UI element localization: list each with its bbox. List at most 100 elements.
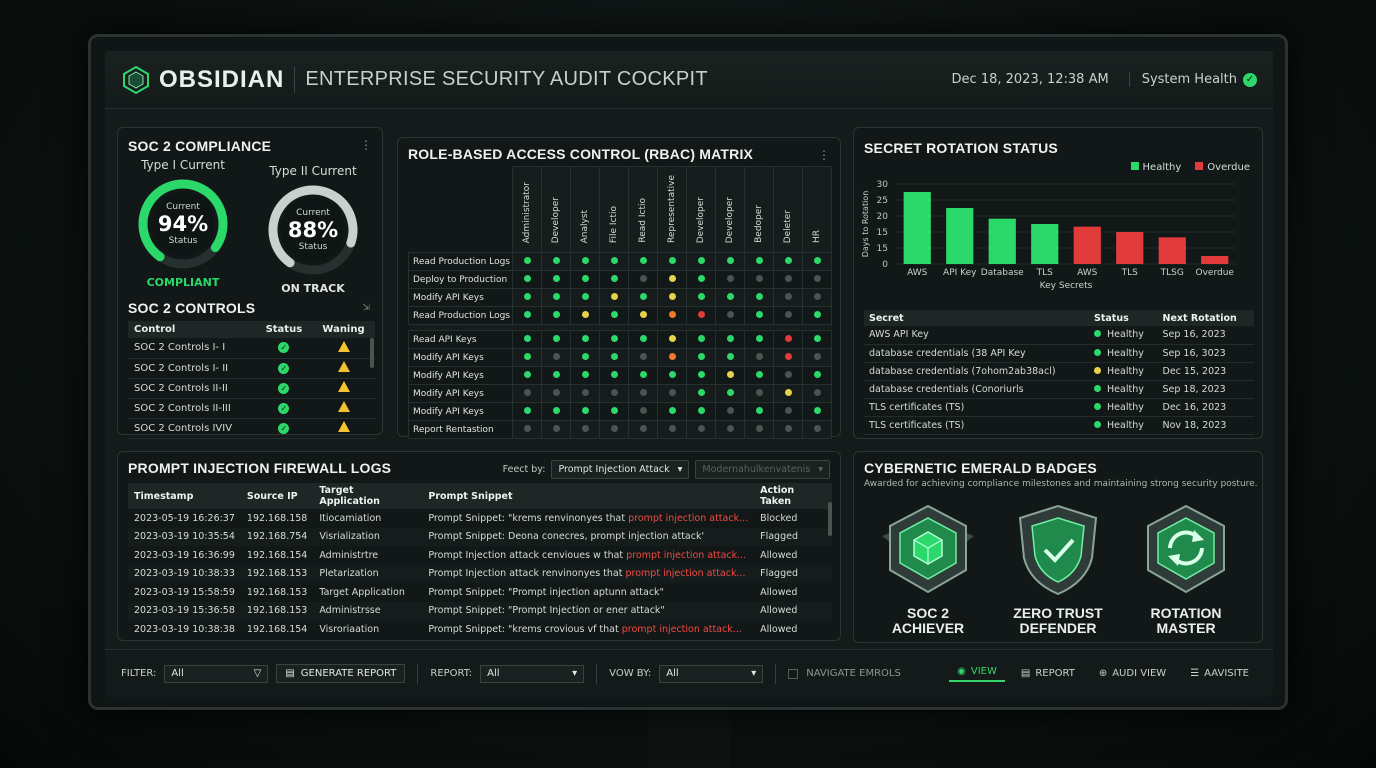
permission-cell[interactable]	[657, 384, 687, 403]
permission-cell[interactable]	[802, 252, 832, 271]
table-row[interactable]: database credentials (Conoriurls Healthy S…	[864, 380, 1254, 399]
permission-cell[interactable]	[512, 270, 542, 289]
permission-cell[interactable]	[686, 366, 716, 385]
more-menu-icon[interactable]: ⋮	[360, 138, 372, 152]
permission-cell[interactable]	[802, 384, 832, 403]
permission-cell[interactable]	[570, 366, 600, 385]
permission-cell[interactable]	[657, 288, 687, 307]
permission-cell[interactable]	[686, 384, 716, 403]
report-select[interactable]: All ▾	[480, 664, 585, 683]
permission-cell[interactable]	[570, 288, 600, 307]
rbac-row[interactable]: Modify API Keys	[408, 402, 832, 421]
permission-cell[interactable]	[628, 306, 658, 325]
permission-cell[interactable]	[599, 402, 629, 421]
rbac-row[interactable]: Modify API Keys	[408, 366, 832, 385]
permission-cell[interactable]	[686, 330, 716, 349]
permission-cell[interactable]	[773, 288, 803, 307]
badge-shield[interactable]: ZERO TRUST DEFENDER	[1002, 502, 1114, 636]
permission-cell[interactable]	[715, 330, 745, 349]
table-row[interactable]: database credentials (7ohom2ab38acl) Heal…	[864, 362, 1254, 381]
permission-cell[interactable]	[512, 252, 542, 271]
rbac-row[interactable]: Modify API Keys	[408, 348, 832, 367]
permission-cell[interactable]	[744, 384, 774, 403]
log-row[interactable]: 2023-05-19 16:26:37 192.168.158 Itiocamiat…	[128, 509, 832, 528]
log-row[interactable]: 2023-03-19 10:38:33 192.168.153 Pletarizat…	[128, 564, 832, 583]
permission-cell[interactable]	[744, 252, 774, 271]
permission-cell[interactable]	[512, 366, 542, 385]
permission-cell[interactable]	[744, 288, 774, 307]
permission-cell[interactable]	[570, 306, 600, 325]
permission-cell[interactable]	[686, 252, 716, 271]
table-row[interactable]: TLS certificates (TS) Healthy Dec 16, 2023	[864, 398, 1254, 417]
permission-cell[interactable]	[744, 420, 774, 439]
permission-cell[interactable]	[686, 270, 716, 289]
permission-cell[interactable]	[570, 348, 600, 367]
navigate-checkbox[interactable]	[788, 668, 799, 679]
permission-cell[interactable]	[802, 330, 832, 349]
filter2-select[interactable]: Modernahulkenvatenis ▾	[695, 460, 830, 479]
table-row[interactable]: AWS API Key Healthy Sep 16, 2023	[864, 326, 1254, 345]
permission-cell[interactable]	[628, 420, 658, 439]
rbac-row[interactable]: Modify API Keys	[408, 384, 832, 403]
table-row[interactable]: TLS certificates (TS) Healthy Nov 18, 2023	[864, 416, 1254, 435]
permission-cell[interactable]	[686, 306, 716, 325]
permission-cell[interactable]	[541, 420, 571, 439]
permission-cell[interactable]	[657, 402, 687, 421]
permission-cell[interactable]	[599, 252, 629, 271]
permission-cell[interactable]	[802, 270, 832, 289]
permission-cell[interactable]	[599, 366, 629, 385]
permission-cell[interactable]	[715, 306, 745, 325]
nav-aavisite[interactable]: ☰ AAVISITE	[1182, 668, 1257, 679]
view-by-select[interactable]: All ▾	[659, 664, 764, 683]
permission-cell[interactable]	[657, 270, 687, 289]
permission-cell[interactable]	[628, 330, 658, 349]
permission-cell[interactable]	[802, 306, 832, 325]
permission-cell[interactable]	[773, 402, 803, 421]
permission-cell[interactable]	[628, 288, 658, 307]
permission-cell[interactable]	[744, 366, 774, 385]
scrollbar[interactable]	[370, 338, 374, 368]
permission-cell[interactable]	[570, 330, 600, 349]
nav-view[interactable]: ◉ VIEW	[949, 666, 1005, 682]
table-row[interactable]: SOC 2 Controls II-III ✓	[128, 398, 375, 419]
permission-cell[interactable]	[599, 306, 629, 325]
rbac-row[interactable]: Read Production Logs	[408, 252, 832, 271]
permission-cell[interactable]	[599, 270, 629, 289]
rbac-row[interactable]: Read API Keys	[408, 330, 832, 349]
table-row[interactable]: SOC 2 Controls I- II ✓	[128, 358, 375, 379]
badge-rotate[interactable]: ROTATION MASTER	[1130, 502, 1242, 636]
rbac-row[interactable]: Deploy to Production	[408, 270, 832, 289]
permission-cell[interactable]	[773, 330, 803, 349]
permission-cell[interactable]	[657, 252, 687, 271]
permission-cell[interactable]	[773, 420, 803, 439]
permission-cell[interactable]	[715, 288, 745, 307]
permission-cell[interactable]	[541, 366, 571, 385]
permission-cell[interactable]	[512, 306, 542, 325]
permission-cell[interactable]	[512, 402, 542, 421]
permission-cell[interactable]	[715, 366, 745, 385]
nav-report[interactable]: ▤ REPORT	[1013, 668, 1083, 679]
permission-cell[interactable]	[657, 306, 687, 325]
permission-cell[interactable]	[541, 270, 571, 289]
permission-cell[interactable]	[715, 384, 745, 403]
permission-cell[interactable]	[715, 270, 745, 289]
permission-cell[interactable]	[512, 288, 542, 307]
permission-cell[interactable]	[657, 348, 687, 367]
permission-cell[interactable]	[599, 330, 629, 349]
more-menu-icon[interactable]: ⋮	[818, 148, 830, 162]
generate-report-button[interactable]: ▤ GENERATE REPORT	[276, 664, 406, 683]
permission-cell[interactable]	[715, 252, 745, 271]
permission-cell[interactable]	[628, 270, 658, 289]
permission-cell[interactable]	[541, 330, 571, 349]
permission-cell[interactable]	[541, 252, 571, 271]
permission-cell[interactable]	[541, 288, 571, 307]
permission-cell[interactable]	[744, 306, 774, 325]
log-row[interactable]: 2023-03-19 10:35:54 192.168.754 Visrializa…	[128, 527, 832, 546]
permission-cell[interactable]	[570, 252, 600, 271]
table-row[interactable]: SOC 2 Controls I- I ✓	[128, 338, 375, 359]
permission-cell[interactable]	[715, 420, 745, 439]
permission-cell[interactable]	[773, 348, 803, 367]
rbac-row[interactable]: Modify API Keys	[408, 288, 832, 307]
permission-cell[interactable]	[512, 330, 542, 349]
system-health[interactable]: System Health ✓	[1128, 72, 1257, 87]
